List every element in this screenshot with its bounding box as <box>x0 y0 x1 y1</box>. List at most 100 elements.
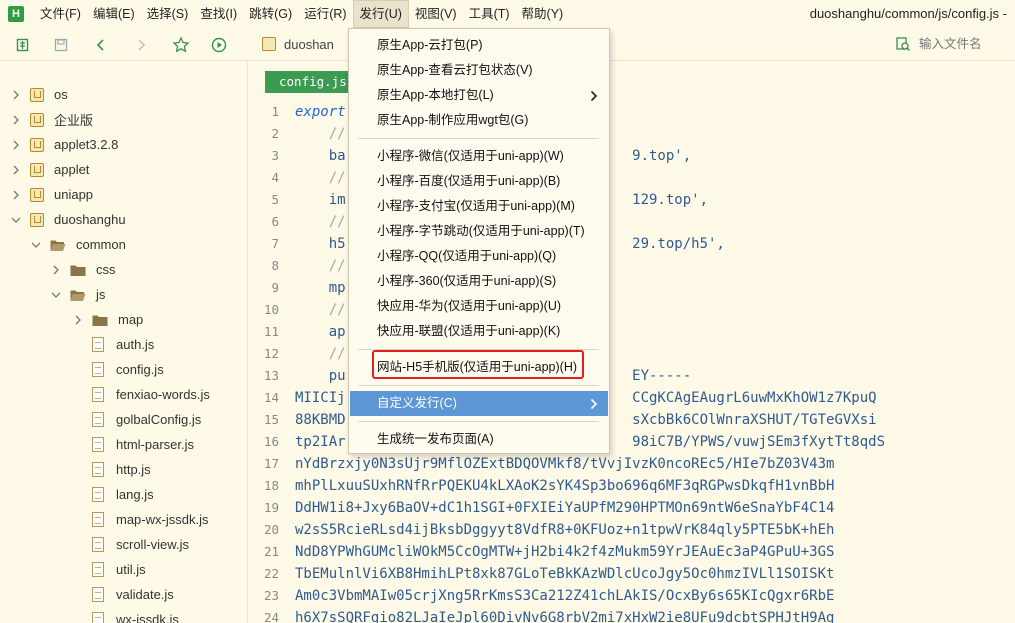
tree-item[interactable]: util.js <box>72 557 146 582</box>
line-number: 20 <box>263 522 279 537</box>
chevron-down-icon[interactable] <box>10 214 22 226</box>
run-icon[interactable] <box>210 36 228 54</box>
menu-item-7[interactable]: 视图(V) <box>409 0 463 28</box>
file-icon <box>92 562 104 577</box>
project-icon <box>30 87 44 102</box>
line-number: 11 <box>263 324 279 339</box>
chevron-down-icon[interactable] <box>50 289 62 301</box>
menu-items: 文件(F) 编辑(E) 选择(S) 查找(I) 跳转(G) 运行(R) 发行(U) 视图(V)… <box>34 0 569 28</box>
tree-item-label: applet3.2.8 <box>54 137 119 152</box>
menu-option-11[interactable]: 快应用-联盟(仅适用于uni-app)(K) <box>350 319 608 344</box>
line-number: 9 <box>271 280 279 295</box>
publish-menu-dropdown: 原生App-云打包(P) 原生App-查看云打包状态(V) 原生App-本地打包(L… <box>348 28 610 454</box>
chevron-down-icon[interactable] <box>30 239 42 251</box>
chevron-right-icon[interactable] <box>72 314 84 326</box>
menu-item-2[interactable]: 选择(S) <box>141 0 195 28</box>
project-icon <box>30 162 44 177</box>
menu-option-8[interactable]: 小程序-QQ(仅适用于uni-app)(Q) <box>350 244 608 269</box>
tree-item[interactable]: map-wx-jssdk.js <box>72 507 208 532</box>
back-icon[interactable] <box>92 36 110 54</box>
menu-separator <box>359 421 599 422</box>
code-text: // <box>295 170 346 186</box>
menu-option-7[interactable]: 小程序-字节跳动(仅适用于uni-app)(T) <box>350 219 608 244</box>
code-text: export <box>295 104 346 120</box>
menu-option-5[interactable]: 小程序-百度(仅适用于uni-app)(B) <box>350 169 608 194</box>
tree-item-label: applet <box>54 162 90 177</box>
menu-option-label: 小程序-360(仅适用于uni-app)(S) <box>377 274 557 288</box>
forward-icon[interactable] <box>132 36 150 54</box>
code-line: 18 mhPlLxuuSUxhRNfRrPQEKU4kLXAoK2sYK4Sp3b… <box>249 475 1015 497</box>
tree-item[interactable]: wx-jssdk.js <box>72 607 179 623</box>
tree-item[interactable]: applet <box>10 157 89 182</box>
project-icon <box>262 37 276 51</box>
tree-item[interactable]: 企业版 <box>10 107 93 132</box>
line-number: 8 <box>271 258 279 273</box>
tree-item[interactable]: validate.js <box>72 582 174 607</box>
menu-option-6[interactable]: 小程序-支付宝(仅适用于uni-app)(M) <box>350 194 608 219</box>
file-search[interactable] <box>895 31 1015 57</box>
new-file-icon[interactable] <box>14 36 32 54</box>
tree-item[interactable]: applet3.2.8 <box>10 132 118 157</box>
tree-item[interactable]: uniapp <box>10 182 93 207</box>
menu-option-13[interactable]: 自定义发行(C) <box>350 391 608 416</box>
line-number: 3 <box>271 148 279 163</box>
line-number: 16 <box>263 434 279 449</box>
menu-item-6[interactable]: 发行(U) <box>352 0 409 28</box>
line-number: 23 <box>263 588 279 603</box>
menu-option-label: 小程序-微信(仅适用于uni-app)(W) <box>377 149 564 163</box>
menu-option-2[interactable]: 原生App-本地打包(L) <box>350 83 608 108</box>
tree-item[interactable]: map <box>72 307 143 332</box>
tree-item-label: map <box>118 312 144 327</box>
tree-item-label: js <box>96 287 106 302</box>
tree-item[interactable]: auth.js <box>72 332 154 357</box>
tab-config-js[interactable]: config.js <box>265 71 361 93</box>
menu-item-9[interactable]: 帮助(Y) <box>516 0 570 28</box>
tree-item[interactable]: golbalConfig.js <box>72 407 201 432</box>
line-number: 7 <box>271 236 279 251</box>
file-icon <box>92 587 104 602</box>
tree-item[interactable]: common <box>30 232 126 257</box>
tree-item[interactable]: scroll-view.js <box>72 532 189 557</box>
tree-item-label: http.js <box>116 462 151 477</box>
chevron-right-icon[interactable] <box>10 189 22 201</box>
tree-item[interactable]: css <box>50 257 116 282</box>
chevron-right-icon[interactable] <box>10 164 22 176</box>
menu-separator <box>359 385 599 386</box>
tree-item[interactable]: http.js <box>72 457 151 482</box>
tree-item-label: html-parser.js <box>116 437 195 452</box>
tree-item[interactable]: duoshanghu <box>10 207 126 232</box>
menu-option-9[interactable]: 小程序-360(仅适用于uni-app)(S) <box>350 269 608 294</box>
folder-icon <box>92 314 108 326</box>
tree-item[interactable]: lang.js <box>72 482 154 507</box>
menu-option-0[interactable]: 原生App-云打包(P) <box>350 33 608 58</box>
menu-option-10[interactable]: 快应用-华为(仅适用于uni-app)(U) <box>350 294 608 319</box>
menu-option-label: 原生App-本地打包(L) <box>377 88 494 102</box>
tree-item[interactable]: config.js <box>72 357 164 382</box>
chevron-right-icon[interactable] <box>10 139 22 151</box>
tree-item[interactable]: fenxiao-words.js <box>72 382 210 407</box>
code-text: DdHW1i8+Jxy6BaOV+dC1h1SGI+0FXIEiYaUPfM29… <box>295 500 835 516</box>
menu-item-3[interactable]: 查找(I) <box>194 0 243 28</box>
menu-option-12[interactable]: 网站-H5手机版(仅适用于uni-app)(H) <box>350 355 608 380</box>
menu-item-5[interactable]: 运行(R) <box>298 0 352 28</box>
chevron-right-icon[interactable] <box>10 89 22 101</box>
line-number: 1 <box>271 104 279 119</box>
star-icon[interactable] <box>172 35 190 54</box>
save-icon[interactable] <box>52 36 70 54</box>
chevron-right-icon[interactable] <box>10 114 22 126</box>
menu-item-4[interactable]: 跳转(G) <box>243 0 298 28</box>
menu-option-3[interactable]: 原生App-制作应用wgt包(G) <box>350 108 608 133</box>
tree-item-label: util.js <box>116 562 146 577</box>
chevron-right-icon[interactable] <box>50 264 62 276</box>
breadcrumb[interactable]: duoshan <box>262 33 334 55</box>
menu-item-8[interactable]: 工具(T) <box>463 0 516 28</box>
menu-item-0[interactable]: 文件(F) <box>34 0 87 28</box>
menu-option-14[interactable]: 生成统一发布页面(A) <box>350 427 608 452</box>
tree-item[interactable]: os <box>10 82 68 107</box>
menu-item-1[interactable]: 编辑(E) <box>87 0 141 28</box>
tree-item[interactable]: html-parser.js <box>72 432 194 457</box>
file-search-input[interactable] <box>919 37 1009 51</box>
tree-item[interactable]: js <box>50 282 105 307</box>
menu-option-1[interactable]: 原生App-查看云打包状态(V) <box>350 58 608 83</box>
menu-option-4[interactable]: 小程序-微信(仅适用于uni-app)(W) <box>350 144 608 169</box>
